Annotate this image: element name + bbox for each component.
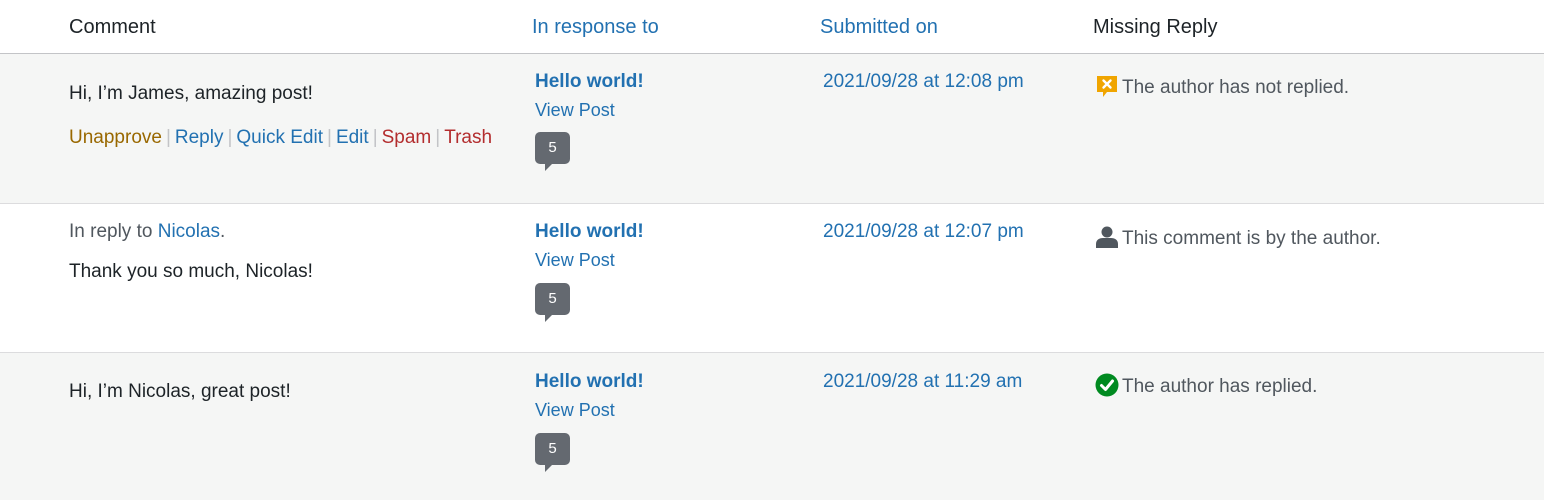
in-reply-to-suffix: . bbox=[220, 221, 226, 242]
comment-text: Hi, I’m James, amazing post! bbox=[69, 83, 313, 104]
comment-count-bubble[interactable]: 5 bbox=[535, 132, 570, 171]
reply-status: The author has not replied. bbox=[1095, 74, 1349, 100]
reply-status: This comment is by the author. bbox=[1095, 225, 1381, 251]
in-reply-to: In reply to Nicolas. bbox=[69, 220, 225, 244]
comment-count-bubble[interactable]: 5 bbox=[535, 283, 570, 322]
column-header-missing-reply: Missing Reply bbox=[1093, 16, 1218, 38]
spam-link[interactable]: Spam bbox=[382, 127, 432, 148]
author-icon bbox=[1095, 225, 1119, 249]
reply-status-text: This comment is by the author. bbox=[1122, 228, 1381, 249]
in-reply-to-prefix: In reply to bbox=[69, 221, 153, 242]
separator: | bbox=[227, 127, 233, 148]
comments-table: Comment In response to Submitted on Miss… bbox=[0, 0, 1544, 500]
comment-text: Thank you so much, Nicolas! bbox=[69, 261, 313, 282]
quick-edit-link[interactable]: Quick Edit bbox=[236, 127, 323, 148]
post-title-link[interactable]: Hello world! bbox=[535, 220, 644, 244]
comment-count-bubble[interactable]: 5 bbox=[535, 433, 570, 472]
trash-link[interactable]: Trash bbox=[444, 127, 492, 148]
view-post-link[interactable]: View Post bbox=[535, 399, 615, 421]
reply-status-text: The author has replied. bbox=[1122, 376, 1318, 397]
table-row: In reply to Nicolas. Thank you so much, … bbox=[0, 203, 1544, 353]
table-row: Hi, I’m Nicolas, great post! Hello world… bbox=[0, 352, 1544, 500]
edit-link[interactable]: Edit bbox=[336, 127, 369, 148]
separator: | bbox=[372, 127, 378, 148]
separator: | bbox=[435, 127, 441, 148]
comment-text: Hi, I’m Nicolas, great post! bbox=[69, 381, 291, 402]
reply-author-link[interactable]: Nicolas bbox=[158, 221, 220, 242]
separator: | bbox=[165, 127, 171, 148]
column-header-in-response-to[interactable]: In response to bbox=[532, 14, 659, 40]
column-header-submitted-on[interactable]: Submitted on bbox=[820, 14, 938, 40]
submitted-date-link[interactable]: 2021/09/28 at 12:07 pm bbox=[823, 220, 1024, 244]
replied-check-icon bbox=[1095, 373, 1119, 397]
row-actions: Unapprove | Reply | Quick Edit | Edit | Spam | Tra… bbox=[69, 126, 492, 150]
reply-status: The author has replied. bbox=[1095, 373, 1317, 399]
reply-link[interactable]: Reply bbox=[175, 127, 224, 148]
separator: | bbox=[327, 127, 332, 148]
unapprove-link[interactable]: Unapprove bbox=[69, 127, 162, 148]
submitted-date-link[interactable]: 2021/09/28 at 12:08 pm bbox=[823, 70, 1024, 94]
post-title-link[interactable]: Hello world! bbox=[535, 70, 644, 94]
not-replied-icon bbox=[1095, 74, 1119, 98]
column-header-comment: Comment bbox=[69, 16, 156, 38]
table-row: Hi, I’m James, amazing post! Unapprove | R… bbox=[0, 54, 1544, 203]
view-post-link[interactable]: View Post bbox=[535, 249, 615, 271]
post-title-link[interactable]: Hello world! bbox=[535, 370, 644, 394]
table-header: Comment In response to Submitted on Miss… bbox=[0, 0, 1544, 54]
submitted-date-link[interactable]: 2021/09/28 at 11:29 am bbox=[823, 370, 1022, 394]
view-post-link[interactable]: View Post bbox=[535, 99, 615, 121]
reply-status-text: The author has not replied. bbox=[1122, 77, 1350, 98]
